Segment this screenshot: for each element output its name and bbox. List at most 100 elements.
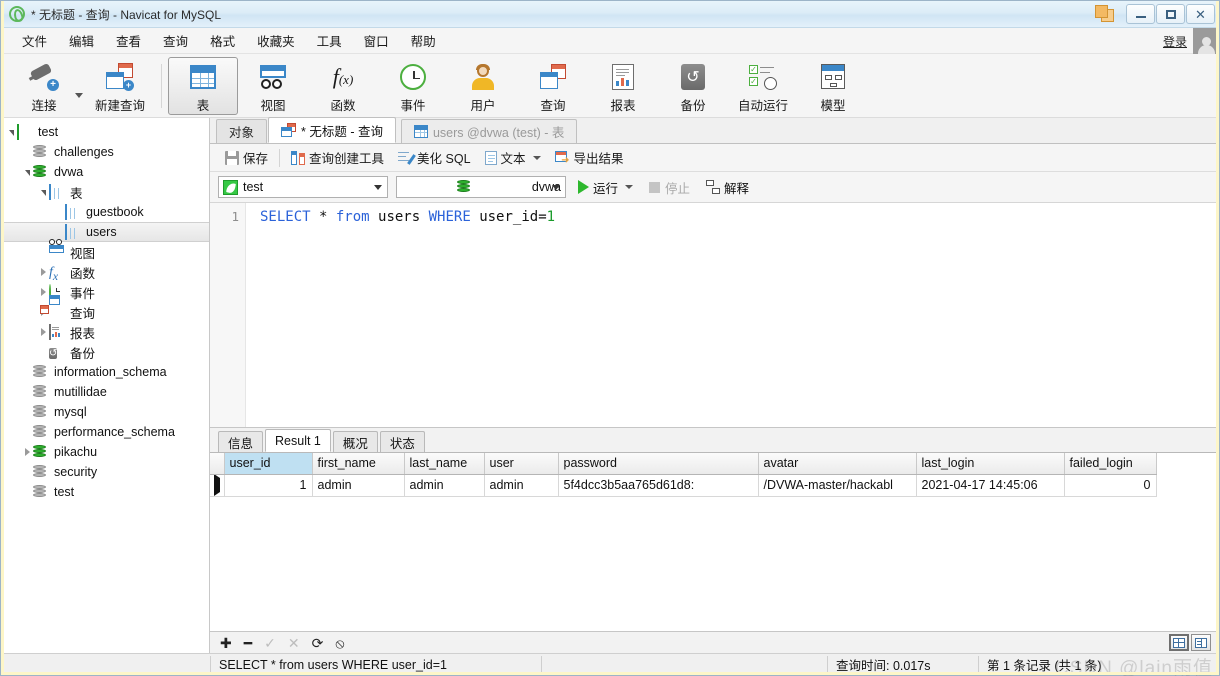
toolbar-function[interactable]: f(x) 函数: [308, 57, 378, 115]
column-header-first_name[interactable]: first_name: [312, 453, 405, 475]
query-builder-button[interactable]: 查询创建工具: [284, 145, 391, 170]
toolbar-connection[interactable]: + 连接: [9, 57, 79, 115]
toolbar-new-query[interactable]: + 新建查询: [85, 57, 155, 115]
cell-user[interactable]: admin: [484, 474, 559, 497]
text-button[interactable]: 文本: [478, 145, 548, 170]
menu-format[interactable]: 格式: [199, 28, 246, 53]
stop-icon[interactable]: ⦸: [335, 636, 344, 650]
sidebar-item-test[interactable]: test: [1, 482, 209, 502]
close-button[interactable]: ✕: [1186, 4, 1215, 24]
expand-collapse-icon[interactable]: [21, 166, 33, 178]
cell-user_id[interactable]: 1: [224, 474, 313, 497]
sidebar-item-guestbook[interactable]: guestbook: [1, 202, 209, 222]
delete-record-icon[interactable]: ━: [244, 636, 252, 650]
column-header-user[interactable]: user: [484, 453, 559, 475]
toolbar-event[interactable]: 事件: [378, 57, 448, 115]
minimize-button[interactable]: [1126, 4, 1155, 24]
toolbar-automation[interactable]: ✓ ✓ 自动运行: [728, 57, 798, 115]
table-row[interactable]: 1 admin admin admin 5f4dcc3b5aa765d61d8:/DVW…: [210, 474, 1157, 497]
toolbar-model[interactable]: 模型: [798, 57, 868, 115]
menu-tools[interactable]: 工具: [306, 28, 353, 53]
tab-objects[interactable]: 对象: [216, 119, 268, 143]
expand-collapse-icon[interactable]: [37, 326, 49, 338]
sidebar-item-challenges[interactable]: challenges: [1, 142, 209, 162]
cell-failed_login[interactable]: 0: [1064, 474, 1157, 497]
save-button[interactable]: 保存: [218, 145, 275, 170]
menu-edit[interactable]: 编辑: [58, 28, 105, 53]
column-header-failed_login[interactable]: failed_login: [1064, 453, 1157, 475]
database-green-icon: [33, 444, 49, 460]
column-header-avatar[interactable]: avatar: [758, 453, 917, 475]
chevron-down-icon[interactable]: [625, 185, 634, 189]
result-tab-info[interactable]: 信息: [218, 431, 264, 452]
sidebar-item--[interactable]: 查询: [1, 294, 209, 322]
sidebar-item-mysql[interactable]: mysql: [1, 402, 209, 422]
export-result-button[interactable]: ➜ 导出结果: [548, 145, 631, 170]
result-tab-result1[interactable]: Result 1: [265, 429, 331, 452]
sidebar-item-performance_schema[interactable]: performance_schema: [1, 422, 209, 442]
menu-file[interactable]: 文件: [11, 28, 58, 53]
toolbar-table[interactable]: 表: [168, 56, 238, 115]
sidebar-item--[interactable]: 视图: [1, 238, 209, 262]
cell-last_name[interactable]: admin: [404, 474, 485, 497]
run-button[interactable]: 运行: [574, 175, 637, 200]
menu-help[interactable]: 帮助: [400, 28, 447, 53]
form-view-icon[interactable]: [1191, 634, 1211, 651]
sidebar-item-users[interactable]: users: [1, 222, 209, 242]
result-tab-profile[interactable]: 概况: [332, 431, 378, 452]
column-header-user_id[interactable]: user_id: [224, 453, 313, 475]
beautify-sql-button[interactable]: 美化 SQL: [391, 145, 478, 170]
sidebar-item--[interactable]: 报表: [1, 322, 209, 342]
toolbar-user[interactable]: 用户: [448, 57, 518, 115]
cell-password[interactable]: 5f4dcc3b5aa765d61d8:: [558, 474, 759, 497]
expand-collapse-icon[interactable]: [5, 126, 17, 138]
expand-collapse-icon[interactable]: [37, 286, 49, 298]
cell-avatar[interactable]: /DVWA-master/hackabl: [758, 474, 917, 497]
function-icon: fx: [49, 265, 65, 282]
database-select[interactable]: dvwa: [396, 176, 566, 198]
result-tab-status[interactable]: 状态: [379, 431, 425, 452]
sidebar-item--[interactable]: 表: [1, 182, 209, 202]
tab-untitled-query[interactable]: * 无标题 - 查询: [268, 117, 396, 143]
sidebar-item-information_schema[interactable]: information_schema: [1, 362, 209, 382]
sidebar-item-mutillidae[interactable]: mutillidae: [1, 382, 209, 402]
connection-select[interactable]: test: [218, 176, 388, 198]
menu-window[interactable]: 窗口: [353, 28, 400, 53]
sidebar-item--[interactable]: fx 函数: [1, 262, 209, 282]
toolbar-backup[interactable]: ↺ 备份: [658, 57, 728, 115]
menu-view[interactable]: 查看: [105, 28, 152, 53]
toolbar-report[interactable]: 报表: [588, 57, 658, 115]
cell-last_login[interactable]: 2021-04-17 14:45:06: [916, 474, 1065, 497]
maximize-button[interactable]: [1156, 4, 1185, 24]
connection-dropdown-caret-icon[interactable]: [75, 93, 83, 98]
column-header-last_name[interactable]: last_name: [404, 453, 485, 475]
restore-window-icon[interactable]: [1093, 3, 1119, 25]
toolbar-query[interactable]: 查询: [518, 57, 588, 115]
sql-editor[interactable]: 1 SELECT * from users WHERE user_id=1: [210, 202, 1219, 427]
sidebar-item-test[interactable]: test: [1, 122, 209, 142]
result-grid[interactable]: user_id first_name last_name user password av…: [210, 452, 1219, 631]
expand-collapse-icon[interactable]: [37, 186, 49, 198]
menu-query[interactable]: 查询: [152, 28, 199, 53]
add-record-icon[interactable]: ✚: [220, 636, 232, 650]
refresh-icon[interactable]: ⟳: [312, 636, 324, 650]
login-link[interactable]: 登录: [1163, 33, 1187, 50]
sql-code[interactable]: SELECT * from users WHERE user_id=1: [246, 203, 1219, 427]
chevron-down-icon[interactable]: [532, 155, 541, 160]
sidebar-item-pikachu[interactable]: pikachu: [1, 442, 209, 462]
sidebar-item--[interactable]: ↺ 备份: [1, 342, 209, 362]
tab-users-table[interactable]: users @dvwa (test) - 表: [400, 119, 578, 143]
explain-button[interactable]: 解释: [702, 175, 753, 200]
table-icon: [65, 223, 81, 240]
toolbar-view[interactable]: 视图: [238, 57, 308, 115]
grid-view-icon[interactable]: [1169, 634, 1189, 651]
expand-collapse-icon[interactable]: [37, 266, 49, 278]
column-header-password[interactable]: password: [558, 453, 759, 475]
menu-favorites[interactable]: 收藏夹: [246, 28, 306, 53]
sidebar-item--[interactable]: 事件: [1, 282, 209, 302]
cell-first_name[interactable]: admin: [312, 474, 405, 497]
sidebar-item-security[interactable]: security: [1, 462, 209, 482]
sidebar-item-dvwa[interactable]: dvwa: [1, 162, 209, 182]
column-header-last_login[interactable]: last_login: [916, 453, 1065, 475]
expand-collapse-icon[interactable]: [21, 446, 33, 458]
